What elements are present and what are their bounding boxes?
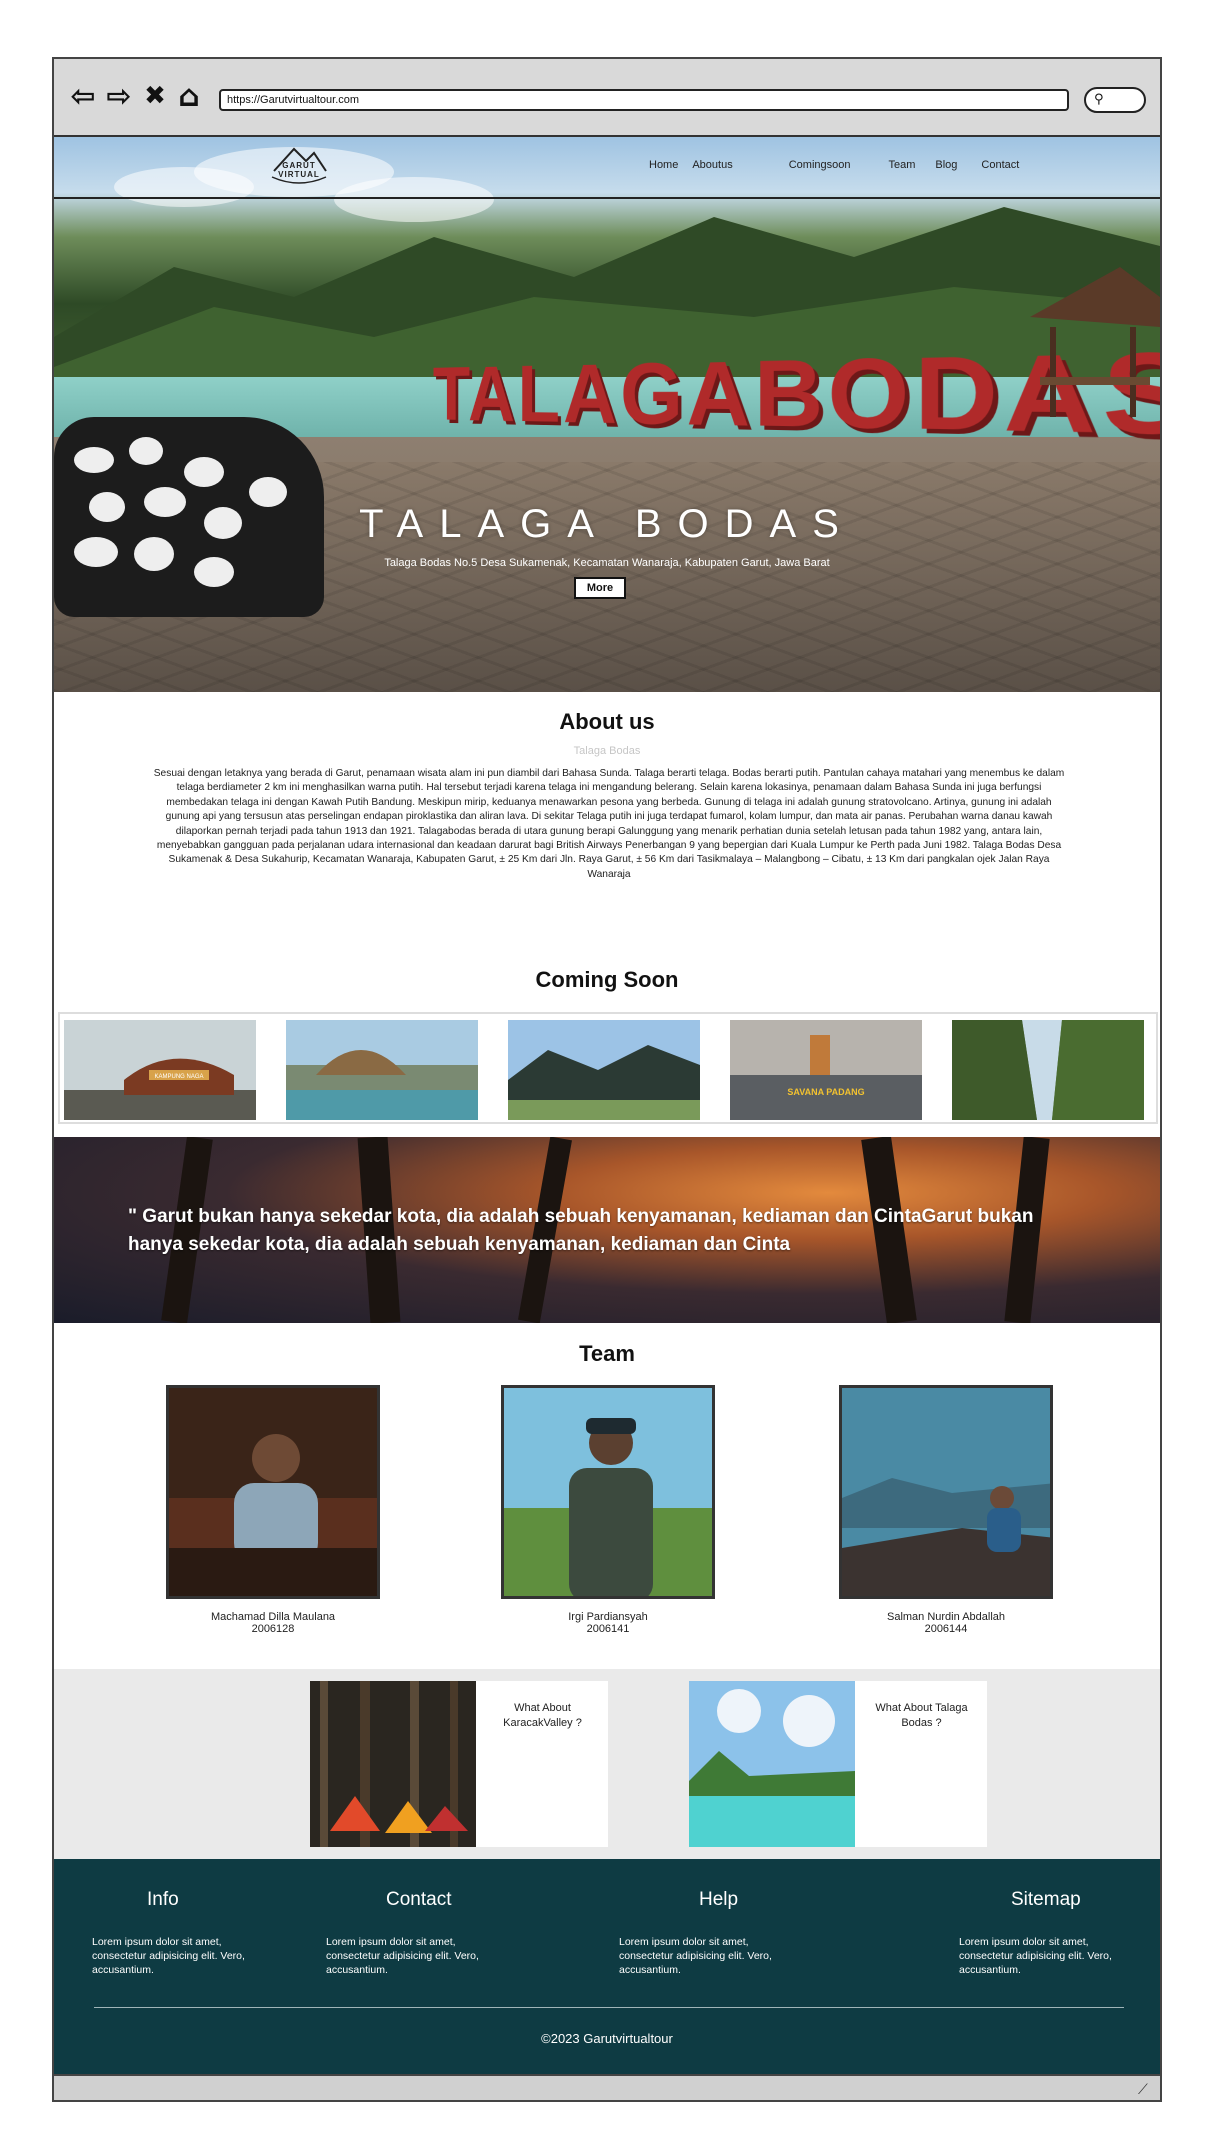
team-member-2: Irgi Pardiansyah 2006141 (501, 1385, 715, 1635)
coming-soon-gallery: KAMPUNG NAGA SAVANA PADANG (58, 1012, 1158, 1124)
hero-title: TALAGA BODAS (54, 502, 1160, 547)
hero-banner: TALAGABODAS GARUT VIRTUAL Home Aboutus C… (54, 137, 1160, 692)
member-name: Machamad Dilla Maulana (166, 1611, 380, 1623)
site-footer: Info Lorem ipsum dolor sit amet, consect… (54, 1859, 1160, 2074)
copyright-text: ©2023 Garutvirtualtour (54, 2031, 1160, 2046)
footer-col-info: Info Lorem ipsum dolor sit amet, consect… (92, 1889, 292, 1977)
browser-statusbar: ⟋ (54, 2074, 1160, 2102)
quote-text: " Garut bukan hanya sekedar kota, dia ad… (128, 1203, 1088, 1259)
menu-home[interactable]: Home (649, 159, 678, 171)
footer-col-contact: Contact Lorem ipsum dolor sit amet, cons… (326, 1889, 526, 1977)
member-name: Irgi Pardiansyah (501, 1611, 715, 1623)
quote-banner: " Garut bukan hanya sekedar kota, dia ad… (54, 1137, 1160, 1323)
gazebo (1010, 257, 1160, 427)
savana-sign-image: SAVANA PADANG (730, 1020, 922, 1120)
member-id: 2006141 (501, 1623, 715, 1635)
menu-team[interactable]: Team (888, 159, 915, 171)
team-member-3: Salman Nurdin Abdallah 2006144 (839, 1385, 1053, 1635)
camping-forest-image (310, 1681, 476, 1847)
back-arrow-icon[interactable]: ⇦ (66, 79, 100, 113)
feature-caption: What About Talaga Bodas ? (859, 1701, 984, 1731)
member-name: Salman Nurdin Abdallah (839, 1611, 1053, 1623)
search-field[interactable]: ⚲ (1084, 87, 1146, 113)
close-x-icon[interactable]: ✖ (138, 79, 172, 113)
turquoise-lake-image (689, 1681, 855, 1847)
site-logo[interactable]: GARUT VIRTUAL (264, 143, 334, 193)
footer-heading[interactable]: Help (699, 1889, 819, 1911)
team-heading: Team (54, 1341, 1160, 1367)
gallery-thumb-4[interactable]: SAVANA PADANG (730, 1020, 922, 1120)
canyon-image (952, 1020, 1144, 1120)
coming-soon-heading: Coming Soon (54, 967, 1160, 993)
footer-text: Lorem ipsum dolor sit amet, consectetur … (326, 1935, 511, 1977)
dome-building-image (286, 1020, 478, 1120)
gallery-thumb-5[interactable] (952, 1020, 1144, 1120)
more-button[interactable]: More (574, 577, 626, 599)
gallery-thumb-1[interactable]: KAMPUNG NAGA (64, 1020, 256, 1120)
home-icon[interactable]: ⌂ (172, 79, 206, 113)
browser-toolbar: ⇦ ⇨ ✖ ⌂ https://Garutvirtualtour.com ⚲ (54, 59, 1160, 137)
url-input[interactable]: https://Garutvirtualtour.com (219, 89, 1069, 111)
search-icon: ⚲ (1094, 92, 1104, 107)
member-photo (166, 1385, 380, 1599)
gallery-thumb-2[interactable] (286, 1020, 478, 1120)
footer-heading: Info (147, 1889, 292, 1911)
footer-text: Lorem ipsum dolor sit amet, consectetur … (959, 1935, 1144, 1977)
about-heading: About us (54, 709, 1160, 735)
logo-text: GARUT VIRTUAL (264, 161, 334, 179)
menu-aboutus[interactable]: Aboutus (692, 159, 732, 171)
forest-image (508, 1020, 700, 1120)
member-photo (839, 1385, 1053, 1599)
forward-arrow-icon[interactable]: ⇨ (102, 79, 136, 113)
team-member-1: Machamad Dilla Maulana 2006128 (166, 1385, 380, 1635)
hero-subtitle: Talaga Bodas No.5 Desa Sukamenak, Kecama… (54, 557, 1160, 569)
about-body: Sesuai dengan letaknya yang berada di Ga… (149, 767, 1069, 882)
savana-sign-text: SAVANA PADANG (787, 1087, 864, 1097)
member-id: 2006144 (839, 1623, 1053, 1635)
feature-caption: What About KaracakValley ? (480, 1701, 605, 1731)
footer-col-help: Help Lorem ipsum dolor sit amet, consect… (619, 1889, 819, 1977)
member-photo (501, 1385, 715, 1599)
feature-section: What About KaracakValley ? What About Ta… (54, 1669, 1160, 1859)
footer-heading[interactable]: Sitemap (1011, 1889, 1159, 1911)
footer-col-sitemap: Sitemap Lorem ipsum dolor sit amet, cons… (959, 1889, 1159, 1977)
gallery-thumb-3[interactable] (508, 1020, 700, 1120)
member-id: 2006128 (166, 1623, 380, 1635)
menu-comingsoon[interactable]: Comingsoon (789, 159, 851, 171)
footer-text: Lorem ipsum dolor sit amet, consectetur … (619, 1935, 804, 1977)
browser-window: ⇦ ⇨ ✖ ⌂ https://Garutvirtualtour.com ⚲ T… (52, 57, 1162, 2102)
footer-heading[interactable]: Contact (386, 1889, 526, 1911)
arch-gate-image: KAMPUNG NAGA (64, 1020, 256, 1120)
arch-gate-text: KAMPUNG NAGA (154, 1074, 203, 1080)
menu-contact[interactable]: Contact (981, 159, 1019, 171)
footer-text: Lorem ipsum dolor sit amet, consectetur … (92, 1935, 277, 1977)
about-subheading: Talaga Bodas (54, 745, 1160, 757)
footer-divider (94, 2007, 1124, 2008)
feature-card-karacak[interactable]: What About KaracakValley ? (310, 1681, 608, 1847)
resize-grip-icon[interactable]: ⟋ (1138, 2082, 1154, 2098)
site-navbar: GARUT VIRTUAL Home Aboutus Comingsoon Te… (54, 137, 1160, 199)
menu-blog[interactable]: Blog (935, 159, 957, 171)
feature-card-talaga-bodas[interactable]: What About Talaga Bodas ? (689, 1681, 987, 1847)
main-menu: Home Aboutus Comingsoon Team Blog Contac… (604, 159, 1019, 171)
